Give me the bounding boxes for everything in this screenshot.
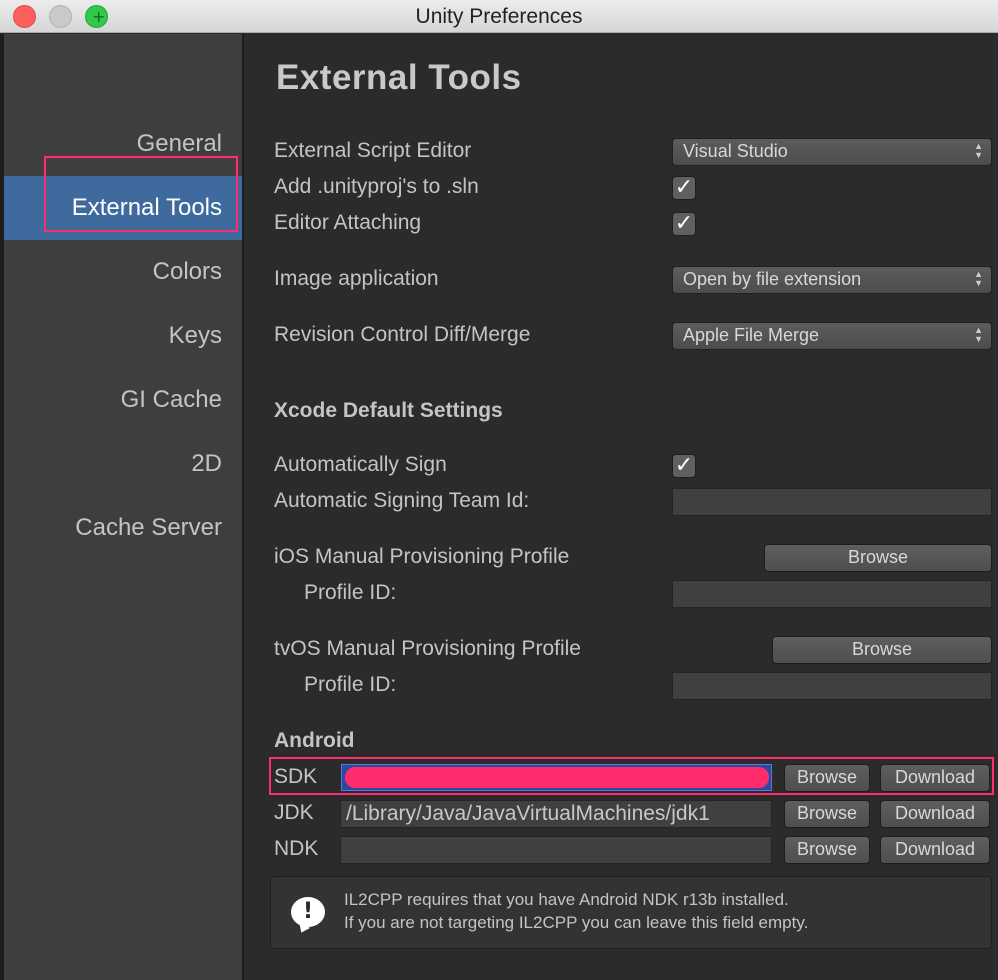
ndk-path-field[interactable] — [340, 836, 772, 864]
annotation-outline-external-tools — [44, 156, 238, 232]
jdk-download-button[interactable]: Download — [880, 800, 990, 828]
ios-profile-id-label: Profile ID: — [304, 581, 397, 604]
annotation-outline-sdk-row — [269, 757, 994, 795]
ios-profile-id-field[interactable] — [672, 580, 992, 608]
page-title: External Tools — [276, 58, 522, 97]
help-message: IL2CPP requires that you have Android ND… — [344, 890, 809, 932]
revision-control-label: Revision Control Diff/Merge — [274, 323, 531, 346]
tvos-profile-id-field[interactable] — [672, 672, 992, 700]
xcode-section-header: Xcode Default Settings — [274, 399, 503, 422]
checkmark-icon: ✓ — [674, 453, 694, 478]
revision-control-dropdown[interactable]: Apple File Merge ▲ ▼ — [672, 322, 992, 350]
ios-browse-button[interactable]: Browse — [764, 544, 992, 572]
automatically-sign-checkbox[interactable]: ✓ — [672, 454, 696, 478]
signing-team-label: Automatic Signing Team Id: — [274, 489, 530, 512]
image-application-label: Image application — [274, 267, 439, 290]
external-script-editor-dropdown[interactable]: Visual Studio ▲ ▼ — [672, 138, 992, 166]
external-script-editor-label: External Script Editor — [274, 139, 472, 162]
automatically-sign-label: Automatically Sign — [274, 453, 447, 476]
jdk-label: JDK — [274, 801, 314, 824]
checkmark-icon: ✓ — [674, 211, 694, 236]
dropdown-arrows-icon: ▲ ▼ — [974, 325, 983, 344]
editor-attaching-checkbox[interactable]: ✓ — [672, 212, 696, 236]
tvos-browse-button[interactable]: Browse — [772, 636, 992, 664]
ndk-browse-button[interactable]: Browse — [784, 836, 870, 864]
jdk-browse-button[interactable]: Browse — [784, 800, 870, 828]
jdk-path-field[interactable]: /Library/Java/JavaVirtualMachines/jdk1 — [340, 800, 772, 828]
ndk-label: NDK — [274, 837, 319, 860]
android-section-header: Android — [274, 729, 355, 752]
tvos-provisioning-label: tvOS Manual Provisioning Profile — [274, 637, 581, 660]
ndk-download-button[interactable]: Download — [880, 836, 990, 864]
sidebar-item-cache-server[interactable]: Cache Server — [4, 496, 242, 560]
sidebar-item-gi-cache[interactable]: GI Cache — [4, 368, 242, 432]
add-unityproj-label: Add .unityproj's to .sln — [274, 175, 479, 198]
title-bar: Unity Preferences — [0, 0, 998, 33]
editor-attaching-label: Editor Attaching — [274, 211, 422, 234]
add-unityproj-checkbox[interactable]: ✓ — [672, 176, 696, 200]
il2cpp-help-box: ! IL2CPP requires that you have Android … — [270, 876, 992, 949]
sidebar-item-colors[interactable]: Colors — [4, 240, 242, 304]
sidebar-item-keys[interactable]: Keys — [4, 304, 242, 368]
tvos-profile-id-label: Profile ID: — [304, 673, 397, 696]
sidebar-item-2d[interactable]: 2D — [4, 432, 242, 496]
image-application-dropdown[interactable]: Open by file extension ▲ ▼ — [672, 266, 992, 294]
signing-team-field[interactable] — [672, 488, 992, 516]
info-speech-bubble-icon: ! — [291, 897, 325, 927]
dropdown-arrows-icon: ▲ ▼ — [974, 141, 983, 160]
preferences-panel: External Tools External Script Editor Vi… — [244, 34, 998, 980]
ios-provisioning-label: iOS Manual Provisioning Profile — [274, 545, 570, 568]
checkmark-icon: ✓ — [674, 175, 694, 200]
window-title: Unity Preferences — [415, 5, 583, 28]
dropdown-arrows-icon: ▲ ▼ — [974, 269, 983, 288]
